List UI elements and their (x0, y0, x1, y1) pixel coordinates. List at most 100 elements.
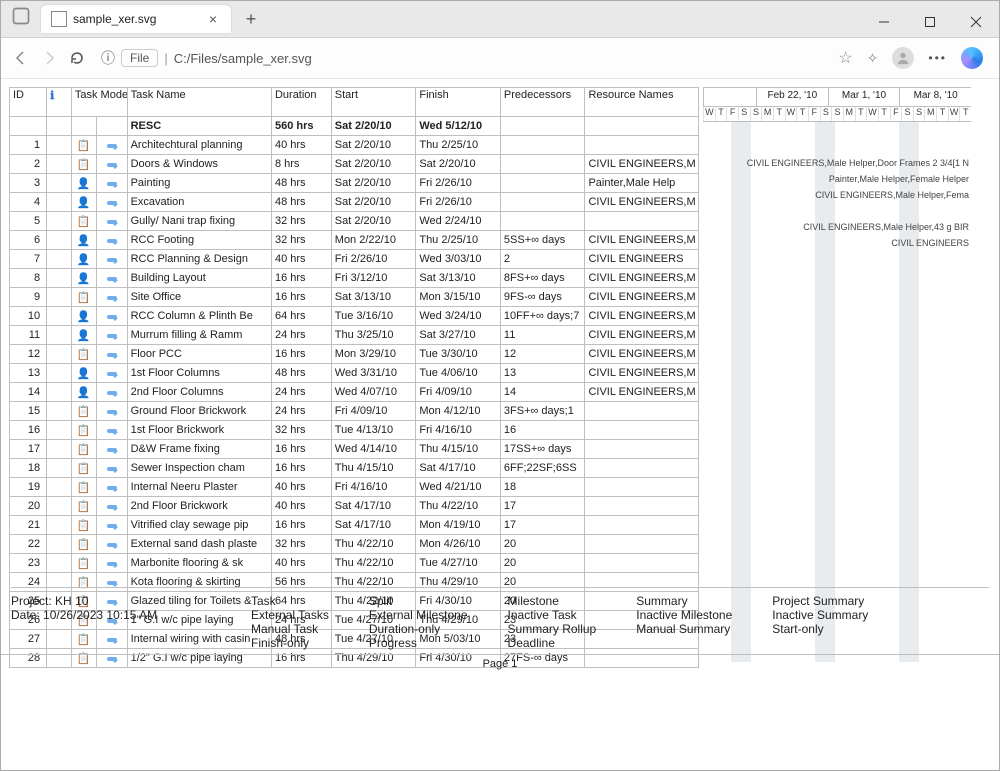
task-mode-icon (107, 543, 117, 547)
legend-item: Summary Rollup (508, 622, 597, 636)
col-duration[interactable]: Duration (271, 88, 331, 117)
table-row[interactable]: 22📋External sand dash plaste32 hrsThu 4/… (10, 535, 699, 554)
table-row[interactable]: 23📋Marbonite flooring & sk40 hrsThu 4/22… (10, 554, 699, 573)
legend-item: Deadline (508, 636, 597, 650)
table-row[interactable]: 17📋D&W Frame fixing16 hrsWed 4/14/10Thu … (10, 440, 699, 459)
table-row[interactable]: 8👤Building Layout16 hrsFri 3/12/10Sat 3/… (10, 269, 699, 288)
legend-item: Project Summary (772, 594, 868, 608)
task-mode-icon (107, 581, 117, 585)
close-window-button[interactable] (953, 7, 999, 37)
legend-item: External Tasks (251, 608, 329, 622)
favorite-icon[interactable]: ☆ (838, 48, 852, 68)
task-mode-icon (107, 505, 117, 509)
close-tab-icon[interactable]: × (205, 11, 221, 27)
timeline-week: Mar 8, '10 (899, 88, 971, 106)
task-mode-icon (107, 410, 117, 414)
table-row[interactable]: 19📋Internal Neeru Plaster40 hrsFri 4/16/… (10, 478, 699, 497)
table-row[interactable]: 21📋Vitrified clay sewage pip16 hrsSat 4/… (10, 516, 699, 535)
tab-title: sample_xer.svg (73, 12, 156, 26)
col-task-name[interactable]: Task Name (127, 88, 271, 117)
profile-avatar[interactable] (892, 47, 914, 69)
extensions-icon[interactable]: ✧ (867, 50, 879, 67)
legend-project: Project: KH 10 (11, 594, 211, 608)
titlebar: sample_xer.svg × + (1, 1, 999, 38)
timeline-day: T (936, 107, 948, 121)
table-row[interactable]: 18📋Sewer Inspection cham16 hrsThu 4/15/1… (10, 459, 699, 478)
task-mode-icon (107, 334, 117, 338)
timeline-day: F (808, 107, 820, 121)
gantt-resource-label: CIVIL ENGINEERS (891, 238, 969, 248)
task-mode-icon (107, 486, 117, 490)
table-row[interactable]: 1📋Architechtural planning40 hrsSat 2/20/… (10, 136, 699, 155)
gantt-resource-label: CIVIL ENGINEERS,Male Helper,Fema (815, 190, 969, 200)
task-mode-icon (107, 296, 117, 300)
col-predecessors[interactable]: Predecessors (500, 88, 585, 117)
col-finish[interactable]: Finish (416, 88, 501, 117)
task-mode-icon (107, 163, 117, 167)
table-row[interactable]: 16📋1st Floor Brickwork32 hrsTue 4/13/10F… (10, 421, 699, 440)
legend: Project: KH 10 Date: 10/26/2023 10:15 AM… (11, 587, 989, 650)
table-row[interactable]: RESC560 hrsSat 2/20/10Wed 5/12/10 (10, 117, 699, 136)
timeline-day: T (878, 107, 890, 121)
table-row[interactable]: 15📋Ground Floor Brickwork24 hrsFri 4/09/… (10, 402, 699, 421)
table-row[interactable]: 9📋Site Office16 hrsSat 3/13/10Mon 3/15/1… (10, 288, 699, 307)
url-field[interactable]: ⓘ File | C:/Files/sample_xer.svg (95, 48, 830, 68)
refresh-button[interactable] (67, 48, 87, 68)
task-mode-icon (107, 182, 117, 186)
task-mode-icon (107, 429, 117, 433)
file-pill: File (121, 49, 158, 67)
timeline-day: F (890, 107, 902, 121)
task-mode-icon (107, 220, 117, 224)
legend-item: External Milestone (369, 608, 468, 622)
table-row[interactable]: 10👤RCC Column & Plinth Be64 hrsTue 3/16/… (10, 307, 699, 326)
table-row[interactable]: 13👤1st Floor Columns48 hrsWed 3/31/10Tue… (10, 364, 699, 383)
more-icon[interactable]: ••• (928, 51, 947, 65)
col-id[interactable]: ID (10, 88, 47, 117)
timeline-day: W (785, 107, 797, 121)
back-button[interactable] (11, 48, 31, 68)
minimize-button[interactable] (861, 7, 907, 37)
col-resources[interactable]: Resource Names (585, 88, 699, 117)
table-row[interactable]: 6👤RCC Footing32 hrsMon 2/22/10Thu 2/25/1… (10, 231, 699, 250)
timeline-day: T (855, 107, 867, 121)
timeline-day: T (796, 107, 808, 121)
gantt-resource-label: Painter,Male Helper,Female Helper (829, 174, 969, 184)
legend-item: Summary (636, 594, 732, 608)
table-row[interactable]: 7👤RCC Planning & Design40 hrsFri 2/26/10… (10, 250, 699, 269)
timeline-day: M (761, 107, 773, 121)
legend-item: Inactive Task (508, 608, 597, 622)
timeline-day: W (948, 107, 960, 121)
legend-item: Manual Task (251, 622, 329, 636)
forward-button[interactable] (39, 48, 59, 68)
timeline-day: T (959, 107, 971, 121)
table-row[interactable]: 3👤Painting48 hrsSat 2/20/10Fri 2/26/10Pa… (10, 174, 699, 193)
task-mode-icon (107, 467, 117, 471)
table-row[interactable]: 14👤2nd Floor Columns24 hrsWed 4/07/10Fri… (10, 383, 699, 402)
table-row[interactable]: 2📋Doors & Windows8 hrsSat 2/20/10Sat 2/2… (10, 155, 699, 174)
task-mode-icon (107, 315, 117, 319)
legend-item: Progress (369, 636, 468, 650)
timeline-day: M (924, 107, 936, 121)
maximize-button[interactable] (907, 7, 953, 37)
table-row[interactable]: 12📋Floor PCC16 hrsMon 3/29/10Tue 3/30/10… (10, 345, 699, 364)
legend-date: Date: 10/26/2023 10:15 AM (11, 608, 211, 622)
gantt-resource-label: CIVIL ENGINEERS,Male Helper,43 g BIR (803, 222, 969, 232)
table-row[interactable]: 11👤Murrum filling & Ramm24 hrsThu 3/25/1… (10, 326, 699, 345)
timeline-week: Feb 22, '10 (756, 88, 828, 106)
gantt-resource-label: CIVIL ENGINEERS,Male Helper,Door Frames … (747, 158, 969, 168)
table-row[interactable]: 4👤Excavation48 hrsSat 2/20/10Fri 2/26/10… (10, 193, 699, 212)
copilot-icon[interactable] (961, 47, 983, 69)
col-info[interactable]: ℹ (47, 88, 72, 117)
timeline-day: S (738, 107, 750, 121)
task-mode-icon (107, 258, 117, 262)
table-row[interactable]: 5📋Gully/ Nani trap fixing32 hrsSat 2/20/… (10, 212, 699, 231)
new-tab-button[interactable]: + (237, 5, 265, 33)
col-task-mode[interactable]: Task Mode (71, 88, 127, 117)
task-mode-icon (107, 391, 117, 395)
col-start[interactable]: Start (331, 88, 416, 117)
legend-item: Manual Summary (636, 622, 732, 636)
legend-item: Start-only (772, 622, 868, 636)
browser-tab[interactable]: sample_xer.svg × (41, 5, 231, 33)
table-row[interactable]: 20📋2nd Floor Brickwork40 hrsSat 4/17/10T… (10, 497, 699, 516)
timeline-day: S (831, 107, 843, 121)
